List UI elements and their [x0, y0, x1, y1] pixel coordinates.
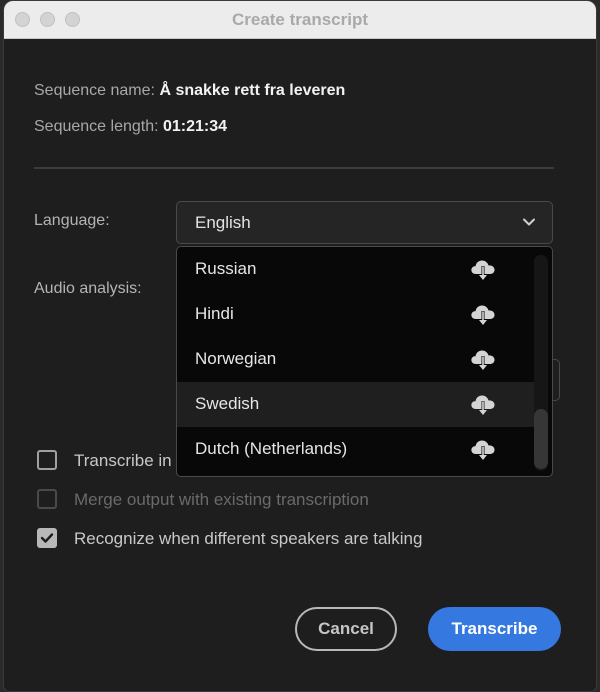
- cloud-download-icon[interactable]: [469, 302, 497, 328]
- audio-analysis-label: Audio analysis:: [34, 280, 142, 297]
- language-option-label: Swedish: [195, 394, 260, 413]
- sequence-length: Sequence length: 01:21:34: [34, 118, 227, 136]
- language-selected-value: English: [195, 213, 251, 232]
- merge-output-checkbox[interactable]: [37, 489, 57, 509]
- transcribe-in-checkbox[interactable]: [37, 450, 57, 470]
- language-option-norwegian[interactable]: Norwegian: [177, 337, 535, 382]
- sequence-length-label: Sequence length:: [34, 118, 159, 135]
- cancel-button[interactable]: Cancel: [295, 607, 397, 651]
- cloud-download-icon[interactable]: [469, 392, 497, 418]
- cloud-download-icon[interactable]: [469, 347, 497, 373]
- sequence-name-label: Sequence name:: [34, 82, 155, 99]
- merge-output-label: Merge output with existing transcription: [74, 490, 369, 509]
- transcribe-in-label: Transcribe in: [74, 451, 172, 470]
- language-label: Language:: [34, 212, 110, 229]
- language-select[interactable]: English: [176, 201, 553, 244]
- language-option-dutch-netherlands[interactable]: Dutch (Netherlands): [177, 427, 535, 472]
- sequence-name-value: Å snakke rett fra leveren: [159, 82, 346, 99]
- window-title: Create transcript: [231, 10, 369, 29]
- create-transcript-dialog: Create transcript Sequence name: Å snakk…: [3, 0, 597, 692]
- chevron-down-icon: [523, 218, 535, 226]
- language-option-label: Russian: [195, 259, 257, 278]
- cloud-download-icon[interactable]: [469, 437, 497, 463]
- language-dropdown-list: Russian Hindi Norwegian Swedish Dutch (N…: [176, 246, 553, 477]
- language-option-label: Hindi: [195, 304, 234, 323]
- language-option-label: Norwegian: [195, 349, 277, 368]
- language-option-swedish[interactable]: Swedish: [177, 382, 535, 427]
- recognize-speakers-label: Recognize when different speakers are ta…: [74, 529, 423, 548]
- sequence-name: Sequence name: Å snakke rett fra leveren: [34, 82, 345, 100]
- checkmark-icon: [40, 533, 54, 543]
- recognize-speakers-checkbox[interactable]: [37, 528, 57, 548]
- sequence-length-value: 01:21:34: [163, 118, 228, 135]
- cloud-download-icon[interactable]: [469, 257, 497, 283]
- dropdown-scrollbar-thumb[interactable]: [534, 409, 548, 469]
- divider: [34, 167, 554, 169]
- title-bar: Create transcript: [4, 1, 596, 39]
- language-option-hindi[interactable]: Hindi: [177, 292, 535, 337]
- transcribe-button[interactable]: Transcribe: [428, 607, 561, 651]
- language-option-russian[interactable]: Russian: [177, 247, 535, 292]
- language-option-label: Dutch (Netherlands): [195, 439, 348, 458]
